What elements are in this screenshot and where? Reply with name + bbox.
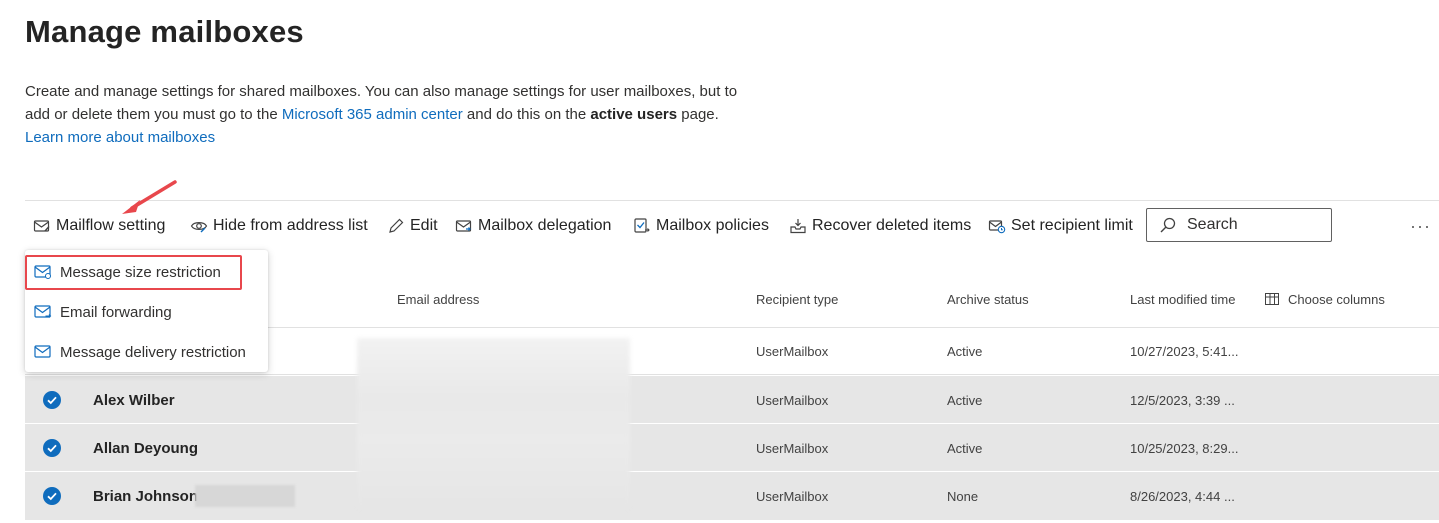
row-display-name: Allan Deyoung <box>93 439 199 457</box>
row-last-modified: 12/5/2023, 3:39 ... <box>1130 392 1235 408</box>
highlight-annotation-box <box>25 255 242 290</box>
search-box[interactable] <box>1146 208 1332 242</box>
row-recipient-type: UserMailbox <box>756 343 829 359</box>
redacted-email-addresses <box>357 338 630 508</box>
table-row[interactable]: Brian Johnson UserMailbox None 8/26/2023… <box>25 472 1439 520</box>
search-input[interactable] <box>1185 215 1319 235</box>
more-options-button[interactable]: ··· <box>1410 208 1431 244</box>
row-last-modified: 8/26/2023, 4:44 ... <box>1130 488 1235 504</box>
column-header-archive-status[interactable]: Archive status <box>947 292 1029 307</box>
mail-clock-icon <box>988 220 1006 234</box>
row-display-name: Brian Johnson <box>93 487 199 505</box>
row-display-name: Alex Wilber <box>93 391 175 409</box>
edit-button[interactable]: Edit <box>387 208 438 244</box>
mail-icon <box>34 345 51 358</box>
description-text: page. <box>677 106 719 123</box>
row-last-modified: 10/27/2023, 5:41... <box>1130 343 1239 359</box>
description-text: and do this on the <box>462 106 591 123</box>
columns-icon <box>1265 293 1279 305</box>
column-header-last-modified[interactable]: Last modified time <box>1130 292 1236 307</box>
mailbox-policies-label: Mailbox policies <box>656 217 769 234</box>
choose-columns-label: Choose columns <box>1288 292 1385 307</box>
redacted-name <box>195 485 295 507</box>
command-bar: Mailflow setting Hide from address list … <box>25 208 1439 244</box>
hide-from-address-list-label: Hide from address list <box>213 217 368 234</box>
pencil-icon <box>389 218 404 233</box>
row-archive-status: None <box>947 488 979 504</box>
row-archive-status: Active <box>947 343 983 359</box>
mail-forward-icon <box>34 305 52 318</box>
checkmark-circle-icon[interactable] <box>43 439 61 457</box>
search-icon <box>1160 217 1176 233</box>
mail-settings-icon <box>33 220 50 232</box>
inbox-recover-icon <box>790 219 806 234</box>
row-archive-status: Active <box>947 440 983 456</box>
row-recipient-type: UserMailbox <box>756 440 829 456</box>
row-divider <box>25 374 1439 375</box>
mailbox-policies-button[interactable]: Mailbox policies <box>633 208 769 244</box>
choose-columns-button[interactable]: Choose columns <box>1265 292 1385 307</box>
table-row[interactable]: Allan Deyoung UserMailbox Active 10/25/2… <box>25 424 1439 472</box>
toolbar-divider <box>25 200 1439 201</box>
menu-item-label: Email forwarding <box>60 303 172 321</box>
set-recipient-limit-label: Set recipient limit <box>1011 217 1133 234</box>
checkmark-circle-icon[interactable] <box>43 487 61 505</box>
edit-label: Edit <box>410 217 438 234</box>
admin-center-link[interactable]: Microsoft 365 admin center <box>282 106 463 123</box>
mailbox-delegation-label: Mailbox delegation <box>478 217 612 234</box>
column-header-recipient-type[interactable]: Recipient type <box>756 292 838 307</box>
active-users-text: active users <box>590 106 678 123</box>
page-description: Create and manage settings for shared ma… <box>25 80 745 149</box>
row-archive-status: Active <box>947 392 983 408</box>
table-row[interactable]: Alex Wilber UserMailbox Active 12/5/2023… <box>25 376 1439 424</box>
row-recipient-type: UserMailbox <box>756 392 829 408</box>
annotation-arrow-icon <box>122 180 177 214</box>
policy-check-icon <box>634 218 650 233</box>
row-last-modified: 10/25/2023, 8:29... <box>1130 440 1239 456</box>
mail-delegate-icon <box>455 220 472 232</box>
page-title: Manage mailboxes <box>25 14 304 49</box>
eye-hide-icon <box>190 222 208 233</box>
learn-more-link[interactable]: Learn more about mailboxes <box>25 129 215 146</box>
checkmark-circle-icon[interactable] <box>43 391 61 409</box>
mailbox-delegation-button[interactable]: Mailbox delegation <box>455 208 611 244</box>
menu-item-email-forwarding[interactable]: Email forwarding <box>25 292 268 332</box>
set-recipient-limit-button[interactable]: Set recipient limit <box>988 208 1133 244</box>
hide-from-address-list-button[interactable]: Hide from address list <box>190 208 368 244</box>
column-header-email[interactable]: Email address <box>397 292 479 307</box>
mailflow-setting-label: Mailflow setting <box>56 217 166 234</box>
row-recipient-type: UserMailbox <box>756 488 829 504</box>
recover-deleted-items-label: Recover deleted items <box>812 217 972 234</box>
menu-item-label: Message delivery restriction <box>60 343 246 361</box>
recover-deleted-items-button[interactable]: Recover deleted items <box>789 208 971 244</box>
menu-item-message-delivery-restriction[interactable]: Message delivery restriction <box>25 332 268 372</box>
